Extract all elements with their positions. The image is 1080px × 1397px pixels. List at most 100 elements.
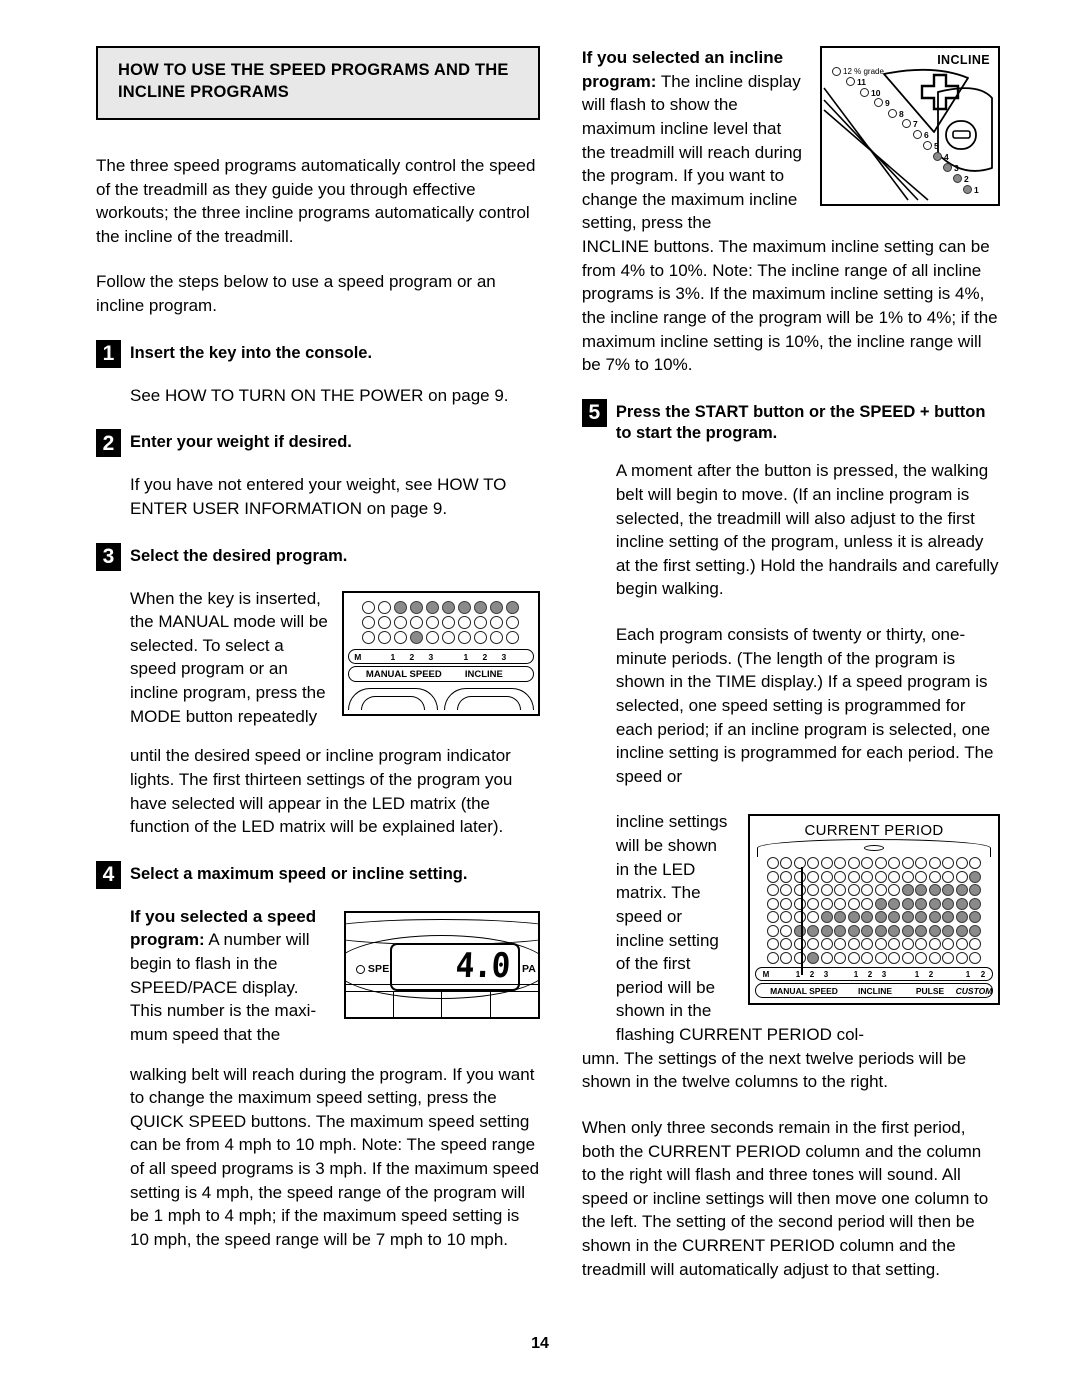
step-1-number: 1 (96, 339, 121, 368)
current-period-led (955, 884, 968, 897)
current-period-led (888, 938, 901, 951)
incline-panel-figure: INCLINE 12 % grade 11 10 9 8 7 6 5 4 3 2… (820, 46, 1000, 206)
current-period-led (901, 857, 914, 870)
current-period-group-labels: MANUAL SPEED INCLINE PULSE CUSTOM (755, 982, 993, 998)
current-period-led (793, 884, 806, 897)
page-columns: HOW TO USE THE SPEED PROGRAMS AND THE IN… (96, 46, 1000, 1303)
current-period-led (793, 911, 806, 924)
current-period-led (888, 857, 901, 870)
incline-label-5: 5 (934, 141, 939, 151)
current-period-wrap: CURRENT PERIOD M1231231212 MANUAL SPEED I… (582, 810, 1000, 1046)
current-period-led (874, 911, 887, 924)
current-period-led (861, 870, 874, 883)
console-led (474, 615, 488, 629)
current-period-led (766, 857, 779, 870)
incline-led-6 (913, 130, 922, 139)
current-period-led (834, 911, 847, 924)
current-period-led (780, 897, 793, 910)
current-period-led (915, 938, 928, 951)
bottom-button-2[interactable] (394, 991, 443, 1017)
incline-led-11 (846, 77, 855, 86)
current-period-led (955, 870, 968, 883)
incline-panel: INCLINE 12 % grade 11 10 9 8 7 6 5 4 3 2… (820, 46, 1000, 206)
current-period-led (928, 924, 941, 937)
step-5-heading: Press the START button or the SPEED + bu… (615, 402, 986, 442)
current-period-tick-label: M (762, 969, 770, 979)
step-2-body: If you have not entered your weight, see… (130, 475, 507, 518)
console-led (378, 615, 392, 629)
current-period-led (807, 924, 820, 937)
console-led (506, 615, 520, 629)
current-period-led (861, 951, 874, 964)
current-period-led (820, 938, 833, 951)
current-period-led (766, 911, 779, 924)
step-2-body-wrap: If you have not entered your weight, see… (96, 473, 540, 520)
current-period-figure: CURRENT PERIOD M1231231212 MANUAL SPEED I… (748, 814, 1000, 1005)
step-3-number: 3 (96, 542, 121, 571)
current-period-led (928, 938, 941, 951)
intro-paragraph-1: The three speed programs automatically c… (96, 155, 536, 246)
current-period-led (780, 911, 793, 924)
console-led (490, 600, 504, 614)
bottom-button-4[interactable] (491, 992, 538, 1017)
current-period-led (793, 870, 806, 883)
incline-intro-wrap: INCLINE 12 % grade 11 10 9 8 7 6 5 4 3 2… (582, 46, 1000, 235)
console-led (362, 600, 376, 614)
console-bottom-line (345, 983, 538, 991)
console-led (362, 630, 376, 644)
current-period-group-label: PULSE (915, 985, 945, 996)
console-group-label: MANUAL SPEED (365, 668, 442, 680)
second-button-shape[interactable] (443, 687, 534, 710)
current-period-led (847, 938, 860, 951)
current-period-led (874, 897, 887, 910)
console-tick-label: M (354, 651, 362, 662)
incline-label-1: 1 (974, 185, 979, 195)
console-led (474, 630, 488, 644)
current-period-led (861, 938, 874, 951)
current-period-led (901, 924, 914, 937)
current-period-led (942, 911, 955, 924)
current-period-led-row (755, 857, 993, 870)
console-tick-label: 3 (501, 651, 507, 662)
current-period-led (915, 951, 928, 964)
incline-led-12 (832, 67, 841, 76)
console-pill-indicator (864, 845, 884, 852)
console-led (458, 630, 472, 644)
current-period-group-label: CUSTOM (955, 985, 993, 996)
current-period-led (807, 938, 820, 951)
current-period-led (793, 924, 806, 937)
current-period-led (969, 870, 982, 883)
pace-label: PA (522, 962, 536, 975)
current-period-led (955, 911, 968, 924)
current-period-led (955, 951, 968, 964)
console-group-label: INCLINE (464, 668, 503, 680)
console-led (410, 630, 424, 644)
console-tick-label: 2 (409, 651, 415, 662)
bottom-button-3[interactable] (442, 991, 491, 1017)
incline-led-5 (923, 141, 932, 150)
current-period-led (942, 951, 955, 964)
current-period-led (834, 924, 847, 937)
bottom-button-1[interactable] (346, 991, 395, 1017)
current-period-led (874, 951, 887, 964)
current-period-led (847, 924, 860, 937)
console-buttons (347, 687, 534, 710)
current-period-led (847, 870, 860, 883)
incline-led-9 (874, 98, 883, 107)
console-tick-label: 3 (428, 651, 434, 662)
mode-button-shape[interactable] (347, 687, 438, 710)
incline-label-7: 7 (913, 119, 918, 129)
current-period-led-row (755, 884, 993, 897)
manual-page: HOW TO USE THE SPEED PROGRAMS AND THE IN… (0, 0, 1080, 1397)
console-led (394, 615, 408, 629)
current-period-led (780, 884, 793, 897)
current-period-led (793, 938, 806, 951)
console-group-labels: MANUAL SPEED INCLINE (347, 665, 534, 682)
current-period-led (807, 911, 820, 924)
current-period-led-row (755, 911, 993, 924)
incline-led-2 (953, 174, 962, 183)
console-led (362, 615, 376, 629)
current-period-led (861, 857, 874, 870)
current-period-led (820, 924, 833, 937)
incline-intro-cont: The incline display will flash to show t… (581, 71, 802, 233)
